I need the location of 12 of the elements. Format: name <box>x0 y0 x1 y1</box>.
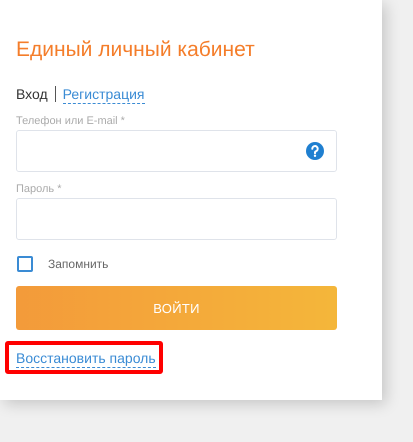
help-icon[interactable] <box>306 142 324 160</box>
field-label: Пароль * <box>16 182 62 196</box>
tab[interactable]: Регистрация <box>62 84 145 104</box>
page-title: Единый личный кабинет <box>16 37 255 63</box>
recover-password-link[interactable]: Восстановить пароль <box>16 349 156 368</box>
checkbox-label: Запомнить <box>48 257 108 271</box>
field-label: Телефон или E-mail * <box>16 114 125 128</box>
input-field[interactable] <box>16 130 337 172</box>
input-field[interactable] <box>16 198 337 240</box>
login-button[interactable]: ВОЙТИ <box>16 286 337 330</box>
tab[interactable]: Вход <box>16 85 48 103</box>
remember-checkbox[interactable] <box>17 256 33 272</box>
